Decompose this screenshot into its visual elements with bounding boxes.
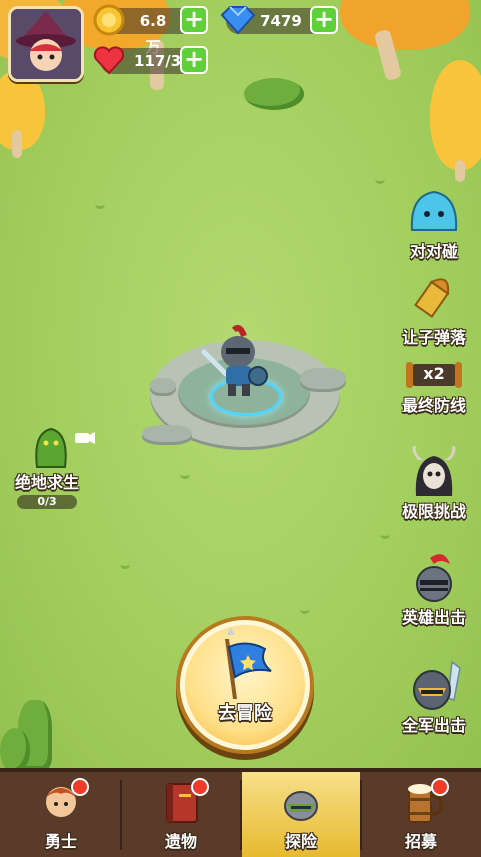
bullet-icon	[404, 272, 464, 324]
tab-explore[interactable]: 探险	[242, 772, 360, 857]
tab-label: 勇士	[44, 832, 77, 851]
stone	[142, 425, 192, 445]
tree	[0, 70, 45, 150]
side-item-hero[interactable]: 英雄出击	[389, 552, 479, 628]
warrior-icon	[37, 778, 89, 826]
gem-value: 7479	[260, 12, 302, 30]
grass-tuft	[95, 200, 105, 209]
player-avatar[interactable]	[8, 6, 84, 82]
knight-hero[interactable]	[196, 322, 276, 402]
survival-label: 绝地求生	[14, 473, 79, 492]
survival-progress: 0/3	[17, 495, 77, 509]
side-item-label: 对对碰	[409, 242, 458, 261]
relic-book-icon	[157, 778, 209, 826]
gem-counter: 7479 +	[220, 6, 338, 35]
knight-helmet-sword-icon	[404, 660, 464, 712]
tab-relic[interactable]: 遗物	[122, 772, 240, 857]
tab-label: 探险	[284, 832, 317, 851]
side-item-label: 全军出击	[401, 716, 466, 735]
side-item-challenge[interactable]: 极限挑战	[389, 444, 479, 522]
tree-trunk	[12, 130, 22, 158]
side-item-label: 英雄出击	[401, 608, 466, 627]
side-item-defense[interactable]: x2 最终防线	[389, 358, 479, 416]
x2-badge-icon: x2	[404, 358, 464, 392]
grass-tuft	[120, 560, 130, 569]
horned-skull-icon	[404, 444, 464, 498]
recruit-mug-icon	[397, 778, 449, 826]
stamina-value: 117/30	[134, 52, 192, 70]
notification-dot	[431, 778, 449, 796]
notification-dot	[71, 778, 89, 796]
blue-slime-icon	[404, 186, 464, 238]
grass-tuft	[180, 470, 190, 479]
x2-badge-text: x2	[423, 364, 445, 383]
tab-warrior[interactable]: 勇士	[2, 772, 120, 857]
stone	[300, 368, 346, 392]
blue-flag-icon	[225, 627, 272, 699]
blue-gem-icon	[218, 3, 256, 37]
bottom-nav: 勇士 遗物 探险 招募	[0, 768, 481, 857]
side-item-label: 最终防线	[401, 396, 466, 415]
tree-trunk	[455, 160, 465, 182]
red-plume-helmet-icon	[404, 552, 464, 604]
add-gem-button[interactable]: +	[310, 6, 338, 34]
add-stamina-button[interactable]: +	[180, 46, 208, 74]
grass-tuft	[300, 605, 310, 614]
witch-avatar-icon	[11, 9, 81, 79]
adventure-button[interactable]: 去冒险	[180, 620, 310, 750]
side-item-label: 让子弹落	[401, 328, 466, 347]
side-item-army[interactable]: 全军出击	[389, 660, 479, 736]
tab-recruit[interactable]: 招募	[362, 772, 480, 857]
tab-label: 招募	[404, 832, 437, 851]
side-item-label: 极限挑战	[401, 502, 466, 521]
add-gold-button[interactable]: +	[180, 6, 208, 34]
side-item-duel[interactable]: 对对碰	[389, 186, 479, 262]
berry-bush	[244, 78, 304, 110]
survival-mode[interactable]: 绝地求生 0/3	[2, 425, 95, 509]
stone	[150, 378, 176, 396]
tree	[340, 0, 470, 50]
gold-coin-icon	[92, 3, 126, 37]
tab-label: 遗物	[164, 832, 197, 851]
gold-counter: 6.8万 +	[93, 4, 208, 56]
adventure-label: 去冒险	[218, 703, 272, 724]
explore-helmet-icon	[277, 778, 325, 826]
notification-dot	[191, 778, 209, 796]
stamina-counter: 117/30 +	[93, 46, 208, 75]
heart-icon	[92, 43, 126, 77]
grass-tuft	[375, 175, 385, 184]
green-lizard-icon	[17, 425, 95, 469]
side-item-bullet[interactable]: 让子弹落	[389, 272, 479, 348]
bush	[0, 728, 30, 768]
tree	[430, 60, 481, 170]
grass-tuft	[380, 530, 390, 539]
